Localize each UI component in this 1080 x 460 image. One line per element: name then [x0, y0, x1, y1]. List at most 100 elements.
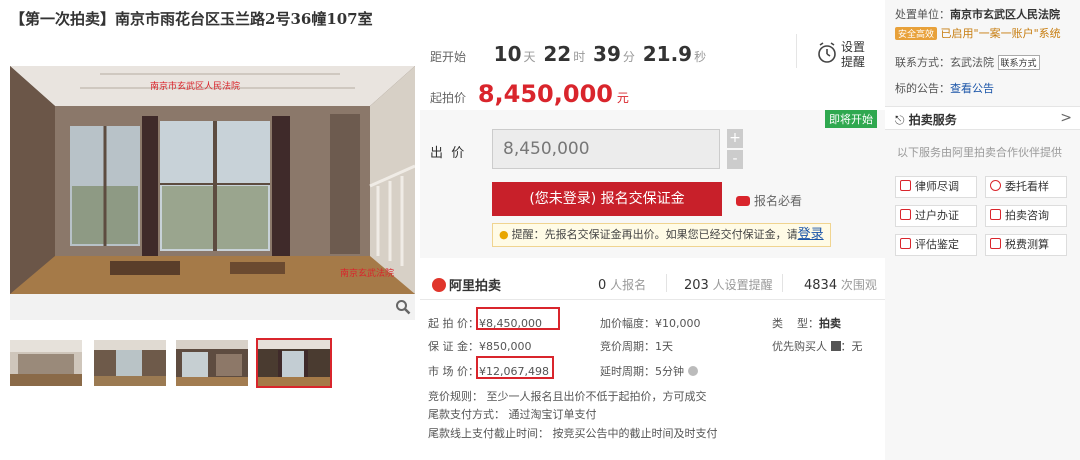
info-type-value: 拍卖	[819, 317, 841, 330]
contact-row: 联系方式：玄武法院 联系方式	[895, 54, 1040, 70]
location-icon	[990, 180, 1001, 191]
service-header[interactable]: ⎋ 拍卖服务 >	[885, 106, 1080, 130]
signup-count-label: 人报名	[610, 278, 647, 292]
lightbulb-icon: ●	[499, 228, 509, 241]
info-type-label: 类 型	[772, 317, 808, 330]
info-increment-value: ¥10,000	[655, 317, 701, 330]
service-title: ⎋ 拍卖服务	[895, 111, 957, 128]
countdown-minutes: 39	[593, 42, 621, 66]
service-label: 税费测算	[1005, 238, 1049, 251]
stat-divider	[782, 274, 783, 292]
seconds-unit: 秒	[694, 50, 707, 64]
thumbnail-3[interactable]	[176, 340, 248, 386]
lawyer-icon	[900, 180, 911, 191]
signup-deposit-button[interactable]: (您未登录) 报名交保证金	[492, 182, 722, 216]
start-price-unit: 元	[616, 91, 629, 105]
notice-label: 标的公告：	[895, 82, 950, 95]
service-label: 评估鉴定	[915, 238, 959, 251]
info-deposit-value: ¥850,000	[479, 340, 532, 353]
notice-link[interactable]: 查看公告	[950, 82, 994, 95]
bid-increase-button[interactable]: +	[727, 129, 743, 148]
bid-panel: 即将开始 出 价 8,450,000 + - (您未登录) 报名交保证金 报名必…	[420, 110, 885, 258]
countdown-days: 10	[493, 42, 522, 66]
calculator-icon	[990, 238, 1001, 249]
watermark-top: 南京市玄武区人民法院	[150, 80, 240, 92]
info-deposit: 保 证 金：¥850,000	[428, 340, 532, 353]
disposal-unit-label: 处置单位：	[895, 8, 950, 21]
service-label: 拍卖咨询	[1005, 209, 1049, 222]
countdown: 距开始 10 天 22 时 39 分 21.9 秒	[430, 42, 710, 66]
bid-amount-input[interactable]: 8,450,000	[492, 129, 720, 169]
service-tax[interactable]: 税费测算	[985, 234, 1067, 256]
service-transfer[interactable]: 过户办证	[895, 205, 977, 227]
stat-divider	[666, 274, 667, 292]
start-price-label: 起拍价	[430, 91, 467, 105]
countdown-hours: 22	[543, 42, 572, 66]
bid-label: 出 价	[430, 146, 465, 161]
signup-count: 0 人报名	[598, 276, 646, 293]
info-rule: 竞价规则： 至少一人报名且出价不低于起拍价，方可成交	[428, 390, 707, 403]
thumbnail-1[interactable]	[10, 340, 82, 386]
login-link[interactable]: 登录	[798, 227, 824, 242]
ali-logo-text: 阿里拍卖	[449, 279, 502, 294]
service-consult[interactable]: 拍卖咨询	[985, 205, 1067, 227]
tip-text: 提醒：先报名交保证金再出价。如果您已经交付保证金，请	[511, 228, 798, 241]
days-unit: 天	[523, 50, 536, 64]
service-label: 过户办证	[915, 209, 959, 222]
info-period-value: 1天	[655, 340, 673, 353]
chevron-right-icon: >	[1060, 110, 1072, 126]
ali-auction-logo: 阿里拍卖	[432, 275, 501, 294]
chat-icon	[990, 209, 1001, 220]
bid-stepper: + -	[727, 129, 743, 169]
contact-button[interactable]: 联系方式	[997, 55, 1040, 70]
page-title: 【第一次拍卖】南京市雨花台区玉兰路2号36幢107室	[10, 10, 373, 28]
clock-icon	[818, 42, 836, 63]
info-market-price-label: 市 场 价	[428, 365, 468, 378]
account-system[interactable]: 安全高效 已启用"一案一账户"系统	[895, 25, 1061, 41]
login-tip: ● 提醒：先报名交保证金再出价。如果您已经交付保证金，请登录	[492, 223, 831, 247]
help-icon[interactable]	[687, 366, 698, 376]
appraisal-icon	[900, 238, 911, 249]
room-photo: 南京市玄武区人民法院 南京玄武法院	[10, 66, 415, 294]
service-label: 律师尽调	[915, 180, 959, 193]
main-photo[interactable]: 南京市玄武区人民法院 南京玄武法院	[10, 66, 415, 294]
service-viewing[interactable]: 委托看样	[985, 176, 1067, 198]
ali-logo-icon	[432, 278, 446, 292]
disposal-unit-value[interactable]: 南京市玄武区人民法院	[950, 8, 1060, 21]
account-system-text: 已启用"一案一账户"系统	[940, 27, 1061, 40]
info-type: 类 型：拍卖	[772, 317, 841, 330]
thumbnail-2[interactable]	[94, 340, 166, 386]
info-period: 竞价周期：1天	[600, 340, 673, 353]
view-count: 4834 次围观	[804, 276, 877, 293]
info-payment: 尾款支付方式： 通过淘宝订单支付	[428, 408, 597, 421]
signup-count-value: 0	[598, 278, 607, 293]
service-title-text: 拍卖服务	[908, 113, 957, 127]
bid-decrease-button[interactable]: -	[727, 150, 743, 169]
thumbnail-4-selected[interactable]	[256, 338, 332, 388]
watermark-bottom: 南京玄武法院	[340, 267, 394, 279]
highlight-start-price	[476, 307, 560, 330]
info-deposit-label: 保 证 金	[428, 340, 468, 353]
service-lawyer[interactable]: 律师尽调	[895, 176, 977, 198]
minutes-unit: 分	[622, 50, 635, 64]
service-label: 委托看样	[1005, 180, 1049, 193]
set-reminder-button[interactable]: 设置 提醒	[817, 38, 877, 74]
service-appraisal[interactable]: 评估鉴定	[895, 234, 977, 256]
info-increment: 加价幅度：¥10,000	[600, 317, 701, 330]
highlight-market-price	[476, 356, 554, 379]
magnifier-icon[interactable]	[395, 299, 411, 315]
info-start-price-label: 起 拍 价	[428, 317, 468, 330]
remind-label-1: 设置	[841, 40, 866, 54]
reminder-count-value: 203	[684, 278, 709, 293]
auction-panel: 距开始 10 天 22 时 39 分 21.9 秒 设置 提醒 起拍价 8,450,00…	[420, 30, 885, 460]
reminder-count: 203 人设置提醒	[684, 276, 773, 293]
info-priority-label: 优先购买人	[772, 340, 827, 353]
must-read-link[interactable]: 报名必看	[736, 192, 802, 209]
stats-row: 阿里拍卖 0 人报名 203 人设置提醒 4834 次围观	[420, 266, 885, 300]
info-deadline: 尾款线上支付截止时间： 按竞买公告中的截止时间及时支付	[428, 427, 718, 440]
status-badge: 即将开始	[825, 110, 877, 128]
info-delay: 延时周期：5分钟	[600, 363, 698, 379]
view-count-value: 4834	[804, 278, 838, 293]
disposal-unit: 处置单位：南京市玄武区人民法院	[895, 6, 1060, 22]
start-price-row: 起拍价 8,450,000 元	[430, 80, 629, 108]
